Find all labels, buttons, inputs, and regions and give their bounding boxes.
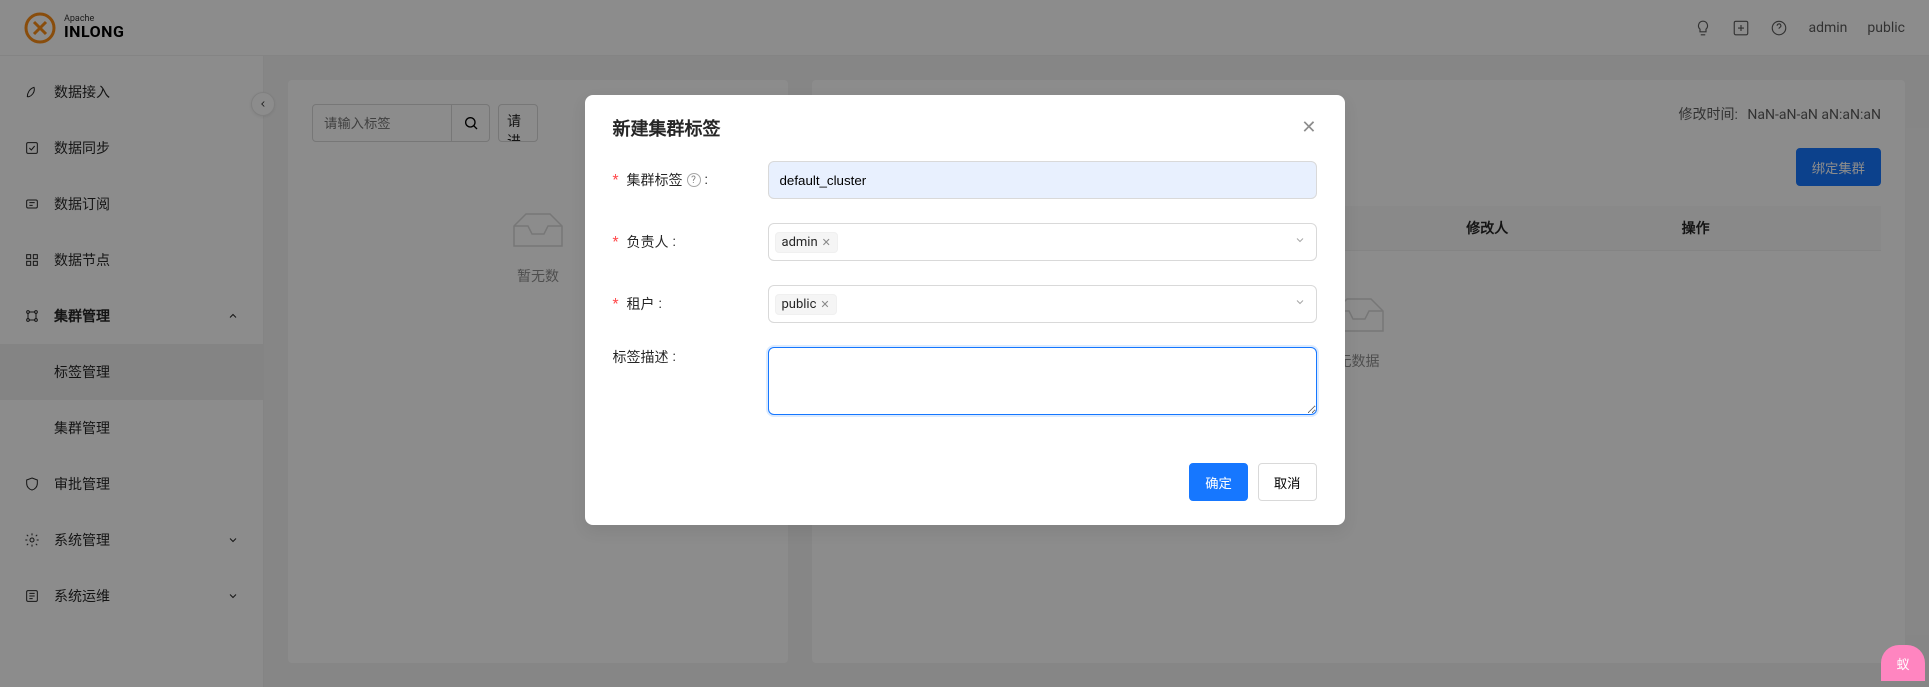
chevron-down-icon — [1294, 296, 1306, 312]
create-cluster-tag-modal: 新建集群标签 ✕ 集群标签 ? : 负责人: admin✕ — [585, 95, 1345, 525]
owner-select[interactable]: admin✕ — [768, 223, 1317, 261]
owner-tag: admin✕ — [775, 232, 838, 253]
desc-textarea[interactable] — [768, 347, 1317, 415]
modal-close-button[interactable]: ✕ — [1301, 119, 1316, 137]
label-owner: 负责人: — [613, 232, 768, 252]
remove-tag-icon[interactable]: ✕ — [820, 298, 829, 311]
feedback-fab[interactable]: 蚁 — [1881, 645, 1925, 681]
label-cluster-tag: 集群标签 ? : — [613, 170, 768, 190]
remove-tag-icon[interactable]: ✕ — [822, 236, 831, 249]
ok-button[interactable]: 确定 — [1189, 463, 1248, 501]
cluster-tag-input[interactable] — [768, 161, 1317, 199]
tenant-tag: public✕ — [775, 294, 837, 315]
label-desc: 标签描述: — [613, 347, 768, 367]
modal-overlay[interactable]: 新建集群标签 ✕ 集群标签 ? : 负责人: admin✕ — [0, 0, 1929, 687]
tenant-select[interactable]: public✕ — [768, 285, 1317, 323]
label-tenant: 租户: — [613, 294, 768, 314]
cancel-button[interactable]: 取消 — [1258, 463, 1317, 501]
modal-title: 新建集群标签 — [613, 115, 721, 141]
chevron-down-icon — [1294, 234, 1306, 250]
help-tooltip-icon[interactable]: ? — [687, 173, 701, 187]
